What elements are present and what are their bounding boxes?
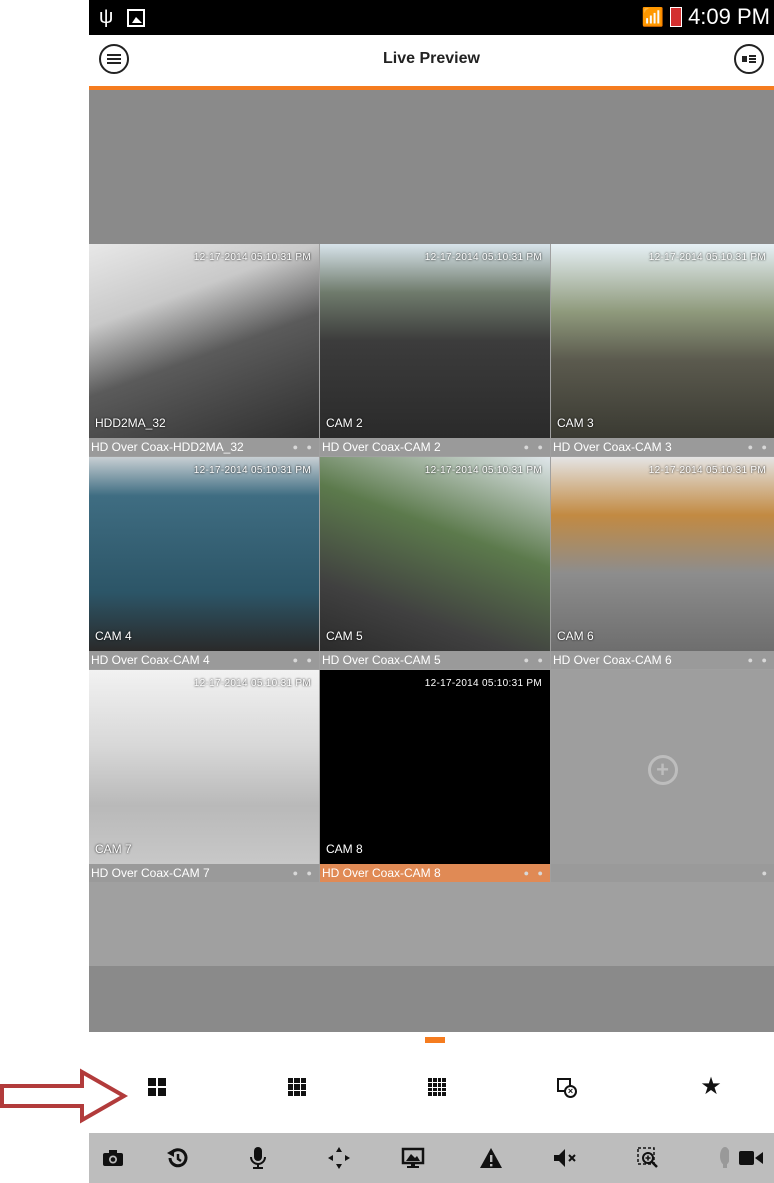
ptz-icon[interactable] [325,1144,353,1172]
channel-caption-text: HD Over Coax-CAM 5 [322,653,441,667]
channel-caption-text: HD Over Coax-CAM 7 [91,866,210,880]
channel-caption-text: HD Over Coax-HDD2MA_32 [91,440,244,454]
video-timestamp: 12-17-2014 05:10:31 PM [193,252,311,263]
channel-caption: HD Over Coax-CAM 2 ● ● [320,438,550,456]
zoom-icon[interactable] [634,1144,662,1172]
channel-caption: ● [551,864,774,882]
split-9-icon[interactable] [285,1075,309,1099]
talk-icon[interactable] [244,1144,272,1172]
channel-status-icon: ● [761,868,770,878]
split-4-icon[interactable] [145,1075,169,1099]
camera-label: CAM 3 [557,416,594,430]
camera-label: CAM 8 [326,842,363,856]
channel-status-icon: ● ● [747,655,770,665]
channel-caption-text: HD Over Coax-CAM 6 [553,653,672,667]
video-feed [89,457,319,651]
channel-caption: HD Over Coax-CAM 4 ● ● [89,651,319,669]
alarm-icon[interactable] [477,1144,505,1172]
playback-icon[interactable] [163,1144,191,1172]
video-timestamp: 12-17-2014 05:10:31 PM [648,465,766,476]
usb-icon: ψ [99,6,114,28]
camera-label: CAM 5 [326,629,363,643]
channel-caption: HD Over Coax-CAM 6 ● ● [551,651,774,669]
split-mode-bar: × ★ [89,1050,774,1130]
video-feed [320,670,550,864]
channel-window-3[interactable]: 12-17-2014 05:10:31 PM CAM 3 HD Over Coa… [551,244,774,456]
channel-caption: HD Over Coax-CAM 3 ● ● [551,438,774,456]
channel-grid: 12-17-2014 05:10:31 PM HDD2MA_32 HD Over… [89,244,774,966]
channel-status-icon: ● ● [523,868,546,878]
video-timestamp: 12-17-2014 05:10:31 PM [193,678,311,689]
record-icon[interactable] [737,1144,765,1172]
status-bar: ψ 📶 4:09 PM [89,0,774,35]
camera-label: CAM 4 [95,629,132,643]
status-time: 4:09 PM [688,4,770,29]
channel-caption: HD Over Coax-CAM 5 ● ● [320,651,550,669]
channel-window-7[interactable]: 12-17-2014 05:10:31 PM CAM 7 HD Over Coa… [89,670,319,882]
channel-window-1[interactable]: 12-17-2014 05:10:31 PM HDD2MA_32 HD Over… [89,244,319,456]
close-all-icon[interactable]: × [555,1075,579,1099]
channel-status-icon: ● ● [523,442,546,452]
channel-caption-text: HD Over Coax-CAM 2 [322,440,441,454]
channel-caption: HD Over Coax-HDD2MA_32 ● ● [89,438,319,456]
video-feed [551,244,774,438]
favorites-icon[interactable]: ★ [699,1075,723,1099]
split-16-icon[interactable] [425,1075,449,1099]
channel-status-icon: ● ● [292,655,315,665]
camera-label: CAM 7 [95,842,132,856]
mute-icon[interactable] [551,1144,579,1172]
image-icon [127,9,146,27]
video-feed [551,457,774,651]
ptz-menu-icon[interactable] [709,1144,737,1172]
battery-icon [670,7,683,27]
camera-label: HDD2MA_32 [95,416,166,430]
snapshot-icon[interactable] [99,1144,127,1172]
video-feed [89,670,319,864]
bottom-toolbar [89,1133,774,1183]
add-channel-icon[interactable]: + [647,755,678,785]
camera-label: CAM 2 [326,416,363,430]
channel-caption: HD Over Coax-CAM 8 ● ● [320,864,550,882]
channel-window-8[interactable]: 12-17-2014 05:10:31 PM CAM 8 HD Over Coa… [320,670,550,882]
app-bar: Live Preview [89,35,774,90]
channel-window-4[interactable]: 12-17-2014 05:10:31 PM CAM 4 HD Over Coa… [89,457,319,669]
video-timestamp: 12-17-2014 05:10:31 PM [424,252,542,263]
channel-status-icon: ● ● [523,655,546,665]
video-timestamp: 12-17-2014 05:10:31 PM [193,465,311,476]
channel-window-2[interactable]: 12-17-2014 05:10:31 PM CAM 2 HD Over Coa… [320,244,550,456]
page-indicator [425,1037,445,1043]
video-feed [320,457,550,651]
video-feed [89,244,319,438]
live-preview-area[interactable]: 12-17-2014 05:10:31 PM HDD2MA_32 HD Over… [89,90,774,1032]
camera-label: CAM 6 [557,629,594,643]
wifi-icon: 📶 [641,7,665,27]
channel-caption-text: HD Over Coax-CAM 4 [91,653,210,667]
video-timestamp: 12-17-2014 05:10:31 PM [424,465,542,476]
video-timestamp: 12-17-2014 05:10:31 PM [424,678,542,689]
device-list-icon[interactable] [734,44,764,74]
channel-status-icon: ● ● [292,442,315,452]
channel-caption-text: HD Over Coax-CAM 8 [322,866,441,880]
video-timestamp: 12-17-2014 05:10:31 PM [648,252,766,263]
channel-window-6[interactable]: 12-17-2014 05:10:31 PM CAM 6 HD Over Coa… [551,457,774,669]
video-feed [320,244,550,438]
channel-caption: HD Over Coax-CAM 7 ● ● [89,864,319,882]
channel-caption-text: HD Over Coax-CAM 3 [553,440,672,454]
channel-status-icon: ● ● [747,442,770,452]
display-mode-icon[interactable] [399,1144,427,1172]
channel-status-icon: ● ● [292,868,315,878]
page-title: Live Preview [383,50,480,67]
channel-window-empty[interactable]: + ● [551,670,774,882]
channel-window-5[interactable]: 12-17-2014 05:10:31 PM CAM 5 HD Over Coa… [320,457,550,669]
